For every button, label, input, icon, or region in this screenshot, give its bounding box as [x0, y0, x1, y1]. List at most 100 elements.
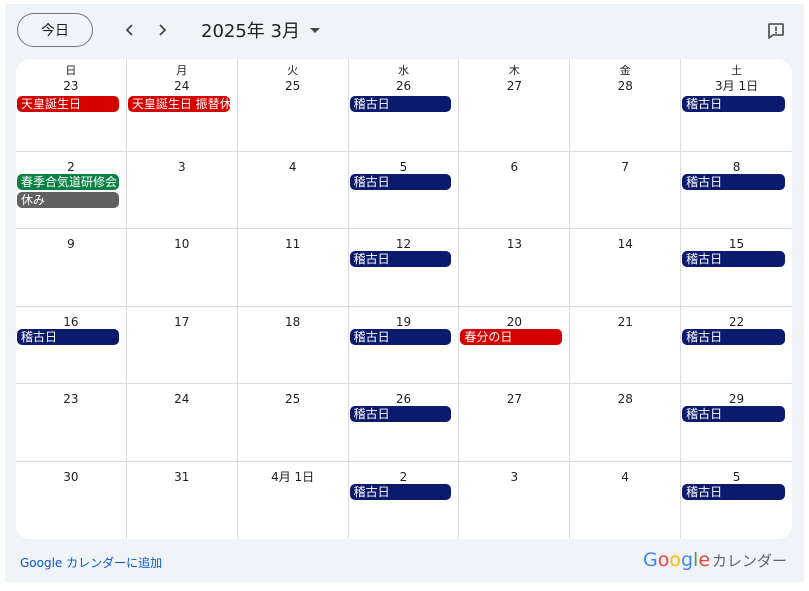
- event-chip[interactable]: 稽古日: [682, 328, 785, 345]
- day-number[interactable]: 8: [681, 160, 792, 174]
- day-number[interactable]: 18: [238, 315, 348, 329]
- day-cell[interactable]: 水 26 稽古日: [348, 59, 460, 152]
- event-chip[interactable]: 稽古日: [349, 174, 452, 190]
- next-month-button[interactable]: [149, 17, 175, 43]
- day-number[interactable]: 28: [570, 392, 680, 406]
- day-cell[interactable]: 16 稽古日: [16, 306, 127, 385]
- day-number[interactable]: 28: [570, 79, 680, 93]
- day-number[interactable]: 11: [238, 237, 348, 251]
- day-number[interactable]: 23: [16, 392, 126, 406]
- day-cell[interactable]: 30: [16, 461, 127, 539]
- event-chip[interactable]: 春季合気道研修会: [17, 174, 119, 190]
- day-cell[interactable]: 20 春分の日: [459, 306, 571, 385]
- day-cell[interactable]: 2 稽古日: [349, 461, 460, 539]
- event-chip[interactable]: 稽古日: [682, 174, 785, 190]
- day-number[interactable]: 25: [238, 79, 348, 93]
- day-cell[interactable]: 12 稽古日: [348, 229, 460, 307]
- event-chip[interactable]: 稽古日: [349, 328, 452, 345]
- event-chip[interactable]: 稽古日: [349, 483, 452, 500]
- event-chip[interactable]: 稽古日: [682, 483, 785, 500]
- day-cell[interactable]: 26 稽古日: [348, 384, 460, 462]
- day-number[interactable]: 31: [127, 470, 237, 484]
- day-number[interactable]: 24: [127, 79, 237, 93]
- event-chip[interactable]: 稽古日: [349, 406, 452, 423]
- day-cell[interactable]: 8 稽古日: [681, 152, 792, 230]
- day-number[interactable]: 4: [570, 470, 680, 484]
- day-cell[interactable]: 3: [126, 152, 238, 230]
- day-cell[interactable]: 29 稽古日: [681, 384, 792, 462]
- day-number[interactable]: 27: [459, 79, 569, 93]
- day-number[interactable]: 2: [16, 160, 126, 174]
- day-cell[interactable]: 月 24 天皇誕生日 振替休日: [126, 59, 238, 152]
- day-cell[interactable]: 11: [237, 229, 349, 307]
- day-number[interactable]: 10: [127, 237, 237, 251]
- day-number[interactable]: 9: [16, 237, 126, 251]
- day-number[interactable]: 4: [238, 160, 348, 174]
- event-chip[interactable]: 休み: [17, 192, 119, 208]
- day-number[interactable]: 17: [127, 315, 237, 329]
- day-cell[interactable]: 6: [459, 152, 571, 230]
- event-chip[interactable]: 稽古日: [349, 251, 452, 268]
- day-cell[interactable]: 5 稽古日: [348, 152, 460, 230]
- day-number[interactable]: 2: [349, 470, 459, 484]
- day-number[interactable]: 6: [459, 160, 569, 174]
- day-cell[interactable]: 21: [570, 306, 682, 385]
- prev-month-button[interactable]: [117, 17, 143, 43]
- day-cell[interactable]: 23: [16, 384, 127, 462]
- day-number[interactable]: 30: [16, 470, 126, 484]
- day-number[interactable]: 3: [127, 160, 237, 174]
- event-chip[interactable]: 稽古日: [349, 96, 452, 112]
- day-number[interactable]: 27: [459, 392, 569, 406]
- day-cell[interactable]: 火 25: [237, 59, 349, 152]
- day-cell[interactable]: 25: [237, 384, 349, 462]
- event-chip[interactable]: 天皇誕生日 振替休日: [127, 96, 230, 112]
- day-cell[interactable]: 13: [459, 229, 571, 307]
- day-cell[interactable]: 10: [126, 229, 238, 307]
- day-number[interactable]: 5: [349, 160, 459, 174]
- day-cell[interactable]: 18: [237, 306, 349, 385]
- day-number[interactable]: 26: [349, 392, 459, 406]
- event-chip[interactable]: 稽古日: [17, 328, 119, 345]
- month-picker[interactable]: 2025年 3月: [201, 18, 320, 42]
- day-number[interactable]: 23: [16, 79, 126, 93]
- day-number[interactable]: 4月 1日: [238, 470, 348, 484]
- event-chip[interactable]: 稽古日: [682, 96, 785, 112]
- day-cell[interactable]: 19 稽古日: [348, 306, 460, 385]
- day-cell[interactable]: 4月 1日: [238, 461, 349, 539]
- day-cell[interactable]: 日 23 天皇誕生日: [16, 59, 127, 152]
- day-cell[interactable]: 27: [459, 384, 571, 462]
- day-cell[interactable]: 2 春季合気道研修会 休み: [16, 152, 127, 230]
- day-cell[interactable]: 28: [570, 384, 682, 462]
- day-cell[interactable]: 7: [570, 152, 682, 230]
- day-number[interactable]: 5: [681, 470, 792, 484]
- day-cell[interactable]: 22 稽古日: [681, 307, 792, 385]
- day-number[interactable]: 12: [349, 237, 459, 251]
- day-number[interactable]: 25: [238, 392, 348, 406]
- day-cell[interactable]: 17: [126, 306, 238, 385]
- day-number[interactable]: 14: [570, 237, 680, 251]
- event-chip[interactable]: 稽古日: [682, 406, 785, 423]
- day-cell[interactable]: 15 稽古日: [681, 229, 792, 307]
- day-number[interactable]: 21: [570, 315, 680, 329]
- today-button[interactable]: 今日: [17, 13, 93, 47]
- day-cell[interactable]: 5 稽古日: [681, 462, 792, 539]
- day-cell[interactable]: 金 28: [570, 59, 682, 152]
- day-number[interactable]: 22: [681, 315, 792, 329]
- day-number[interactable]: 7: [570, 160, 680, 174]
- day-cell[interactable]: 4: [237, 152, 349, 230]
- day-cell[interactable]: 24: [126, 384, 238, 462]
- add-to-google-calendar-link[interactable]: Google カレンダーに追加: [20, 554, 162, 571]
- feedback-button[interactable]: [763, 18, 789, 44]
- day-number[interactable]: 15: [681, 237, 792, 251]
- day-number[interactable]: 16: [16, 315, 126, 329]
- event-chip[interactable]: 天皇誕生日: [17, 96, 119, 112]
- day-number[interactable]: 26: [349, 79, 459, 93]
- day-number[interactable]: 29: [681, 392, 792, 406]
- day-number[interactable]: 3月 1日: [681, 79, 792, 93]
- day-cell[interactable]: 4: [570, 461, 682, 539]
- day-number[interactable]: 3: [459, 470, 569, 484]
- day-number[interactable]: 13: [459, 237, 569, 251]
- day-cell[interactable]: 31: [127, 461, 238, 539]
- day-cell[interactable]: 木 27: [459, 59, 571, 152]
- day-number[interactable]: 19: [349, 315, 459, 329]
